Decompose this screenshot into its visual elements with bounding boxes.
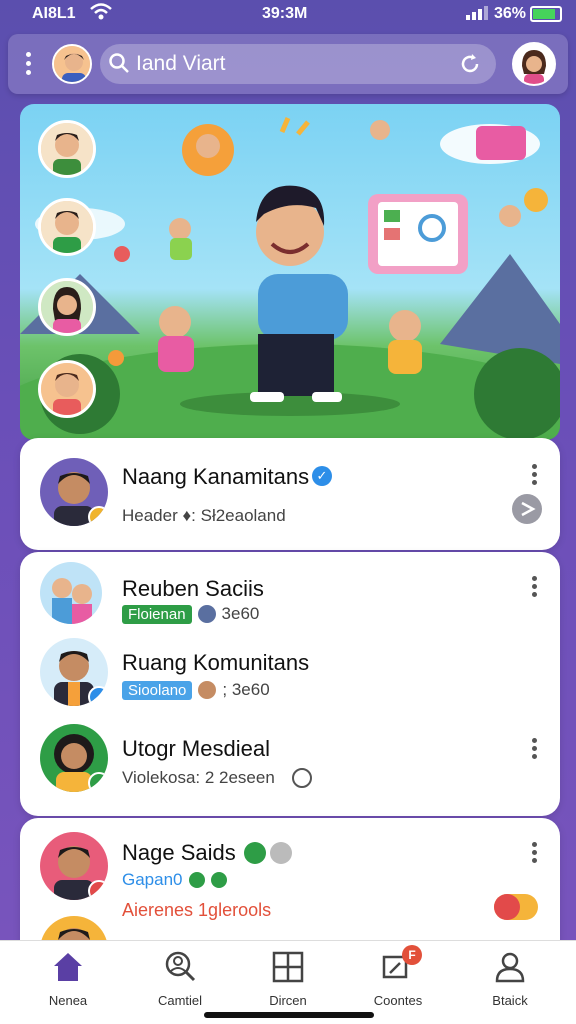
top-app-bar: Iand Viart (8, 34, 568, 94)
status-badge (88, 772, 108, 792)
item-title: Nage Saids (122, 840, 236, 865)
nav-item-chat[interactable]: F Coontes (348, 945, 448, 1019)
grid-icon (270, 949, 306, 985)
nav-item-search-people[interactable]: Camtiel (130, 949, 230, 1019)
refresh-icon[interactable] (458, 52, 482, 76)
nav-label: Dircen (269, 993, 307, 1008)
member-avatar (198, 681, 217, 699)
search-bar[interactable]: Iand Viart (100, 44, 496, 84)
avatar[interactable] (40, 832, 108, 900)
more-options-icon[interactable] (532, 842, 538, 864)
nav-label: Coontes (373, 993, 423, 1008)
more-options-icon[interactable] (532, 738, 538, 760)
avatar[interactable] (40, 724, 108, 792)
notification-badge: F (402, 945, 422, 965)
home-icon (50, 949, 86, 985)
battery-icon (530, 6, 562, 22)
battery-percent: 36% (494, 5, 527, 22)
search-input[interactable]: Iand Viart (136, 52, 226, 76)
search-people-icon (162, 949, 198, 985)
signal-icon (466, 6, 488, 20)
info-icon (292, 768, 312, 788)
list-item[interactable]: Ruang Komunitans Sioolano ; 3e60 (20, 636, 560, 720)
story-avatar[interactable] (38, 198, 96, 256)
story-avatar[interactable] (38, 120, 96, 178)
online-icon (188, 872, 205, 888)
category-tag: Sioolano (122, 680, 193, 700)
community-avatar[interactable] (52, 44, 92, 84)
nav-item-profile[interactable]: Btaick (460, 949, 560, 1019)
wifi-icon (90, 3, 112, 26)
feed-card[interactable]: Nage Saids Gapan0 Aierenes 1glerools (20, 818, 560, 958)
item-title: Reuben Saciis (122, 576, 264, 601)
sticker-icon (270, 842, 292, 864)
item-title: Ruang Komunitans (122, 650, 310, 675)
profile-avatar[interactable] (512, 42, 556, 86)
verified-icon: ✓ (312, 466, 332, 486)
home-indicator[interactable] (204, 1012, 374, 1018)
member-count: ; 3e60 (222, 680, 270, 699)
avatar[interactable] (40, 562, 102, 624)
nav-label: Btaick (492, 993, 528, 1008)
online-icon (210, 872, 227, 888)
list-item[interactable]: Utogr Mesdieal Violekosa: 2 2eseen (20, 720, 560, 816)
hero-illustration (20, 104, 560, 440)
feed-card: Reuben Saciis Floienan 3e60 Ruang Komuni… (20, 552, 560, 816)
status-badge (88, 506, 108, 526)
emoji-icon (244, 842, 266, 864)
like-icon (197, 605, 216, 623)
avatar[interactable] (40, 458, 108, 526)
nav-item-grid[interactable]: Dircen (238, 949, 338, 1019)
send-icon[interactable] (512, 494, 542, 524)
item-subtitle: Aierenes 1glerools (122, 900, 272, 920)
profile-icon (492, 949, 528, 985)
item-title: Utogr Mesdieal (122, 736, 270, 761)
more-menu-icon[interactable] (26, 52, 34, 78)
category-tag: Gapan0 (122, 870, 183, 889)
member-count: 3e60 (221, 604, 260, 623)
list-item[interactable]: Reuben Saciis Floienan 3e60 (20, 552, 560, 636)
nav-label: Camtiel (157, 993, 203, 1008)
clock: 39:3M (262, 5, 308, 22)
feed-card[interactable]: Naang Kanamitans ✓ Header ⁠♦: Sł2eaoland (20, 438, 560, 550)
status-bar: AI8L1 39:3M 36% (0, 0, 576, 30)
item-subtitle: Header ⁠♦: Sł2eaoland (122, 506, 286, 525)
story-avatar[interactable] (38, 360, 96, 418)
search-icon (108, 52, 130, 74)
category-tag: Floienan (122, 604, 192, 624)
avatar[interactable] (40, 638, 108, 706)
chat-icon: F (380, 945, 422, 985)
nav-item-home[interactable]: Nenea (18, 949, 118, 1019)
status-badge (88, 880, 108, 900)
item-meta: Gapan0 (122, 870, 227, 890)
nav-label: Nenea (48, 993, 88, 1008)
item-meta: Sioolano ; 3e60 (122, 680, 270, 700)
story-avatar[interactable] (38, 278, 96, 336)
more-options-icon[interactable] (532, 464, 538, 486)
carrier-label: AI8L1 (32, 5, 76, 22)
reaction-icon[interactable] (494, 894, 538, 920)
item-subtitle: Violekosa: 2 2eseen (122, 768, 275, 787)
more-options-icon[interactable] (532, 576, 538, 598)
item-meta: Floienan 3e60 (122, 604, 259, 624)
verified-badge (88, 686, 108, 706)
item-title: Naang Kanamitans (122, 464, 310, 489)
